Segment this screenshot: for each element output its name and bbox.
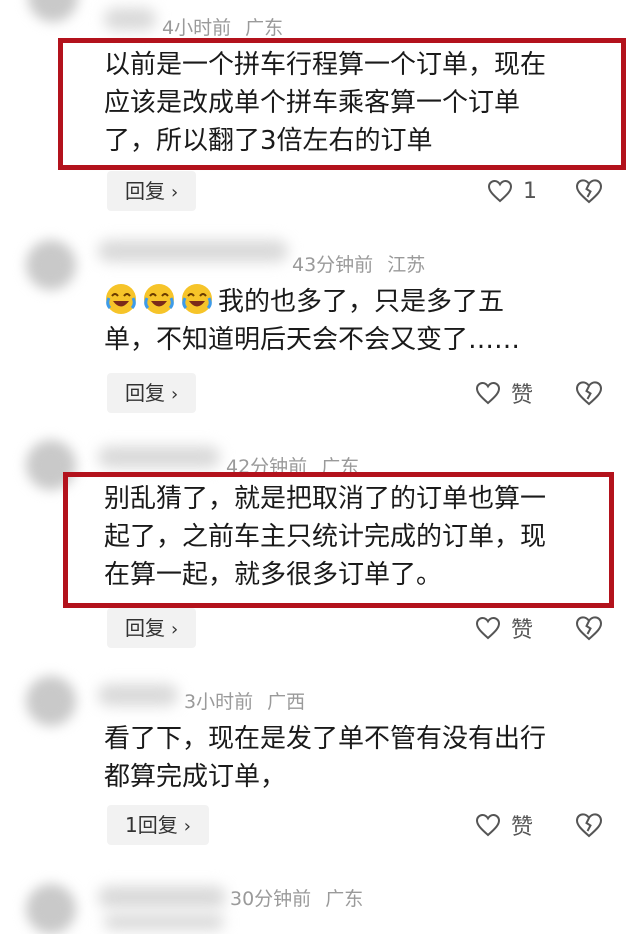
reply-button[interactable]: 回复 › xyxy=(107,608,197,648)
broken-heart-icon[interactable] xyxy=(575,812,603,838)
comment-meta: 4小时前 广东 xyxy=(162,13,283,40)
chevron-right-icon: › xyxy=(171,182,179,203)
heart-outline-icon xyxy=(475,381,501,405)
broken-heart-icon[interactable] xyxy=(575,380,603,406)
like-button[interactable]: 赞 xyxy=(475,373,533,413)
comment-meta: 3小时前 广西 xyxy=(184,687,305,714)
avatar[interactable] xyxy=(28,0,78,22)
comment-line: 起了，之前车主只统计完成的订单，现 xyxy=(104,522,547,552)
like-button[interactable]: 1 xyxy=(487,171,537,211)
chevron-right-icon: › xyxy=(183,816,191,837)
reply-button[interactable]: 回复 › xyxy=(107,171,197,211)
like-label: 赞 xyxy=(511,815,534,840)
username-blurred[interactable] xyxy=(98,240,288,262)
comment-meta: 43分钟前 江苏 xyxy=(292,250,425,277)
comment-region: 江苏 xyxy=(387,254,426,276)
like-label: 赞 xyxy=(511,618,534,643)
comment-region: 广西 xyxy=(267,691,306,713)
heart-outline-icon xyxy=(475,813,501,837)
laughing-crying-emoji-icon xyxy=(106,284,136,314)
reply-label: 1回复 xyxy=(125,813,178,837)
avatar[interactable] xyxy=(26,240,76,290)
comment-text: 我的也多了，只是多了五 单，不知道明后天会不会又变了…… xyxy=(104,282,604,359)
comment-region: 广东 xyxy=(325,888,364,910)
like-label: 赞 xyxy=(511,383,534,408)
heart-outline-icon xyxy=(487,179,513,203)
heart-outline-icon xyxy=(475,616,501,640)
comment-time: 30分钟前 xyxy=(230,888,312,910)
like-button[interactable]: 赞 xyxy=(475,805,533,845)
comment-line: 别乱猜了，就是把取消了的订单也算一 xyxy=(104,484,547,514)
chevron-right-icon: › xyxy=(171,619,179,640)
comment-time: 4小时前 xyxy=(162,17,232,39)
username-blurred[interactable] xyxy=(104,8,156,30)
comment-line: 以前是一个拼车行程算一个订单，现在 xyxy=(104,50,547,80)
comment-line: 应该是改成单个拼车乘客算一个订单 xyxy=(104,88,521,118)
chevron-right-icon: › xyxy=(171,384,179,405)
broken-heart-icon[interactable] xyxy=(575,178,603,204)
comment-text: 以前是一个拼车行程算一个订单，现在 应该是改成单个拼车乘客算一个订单 了，所以翻… xyxy=(104,46,604,160)
avatar[interactable] xyxy=(26,676,76,726)
avatar[interactable] xyxy=(26,884,76,934)
comment-line: 我的也多了，只是多了五 xyxy=(104,282,604,321)
reply-button[interactable]: 1回复 › xyxy=(107,805,209,845)
comment-time: 43分钟前 xyxy=(292,254,374,276)
username-blurred[interactable] xyxy=(98,684,178,706)
comment-line: 单，不知道明后天会不会又变了…… xyxy=(104,325,521,355)
comment-line-text: 我的也多了，只是多了五 xyxy=(218,287,505,317)
laughing-crying-emoji-icon xyxy=(144,284,174,314)
reply-button[interactable]: 回复 › xyxy=(107,373,197,413)
reply-label: 回复 xyxy=(125,381,165,405)
like-count: 1 xyxy=(523,178,537,204)
comment-line: 都算完成订单， xyxy=(104,762,287,792)
comment-region: 广东 xyxy=(245,17,284,39)
username-blurred[interactable] xyxy=(98,446,220,468)
username-blurred[interactable] xyxy=(98,886,226,908)
comment-text-blurred xyxy=(104,914,224,930)
like-button[interactable]: 赞 xyxy=(475,608,533,648)
comment-text: 看了下，现在是发了单不管有没有出行 都算完成订单， xyxy=(104,720,604,796)
comment-text: 别乱猜了，就是把取消了的订单也算一 起了，之前车主只统计完成的订单，现 在算一起… xyxy=(104,480,604,594)
comment-line: 看了下，现在是发了单不管有没有出行 xyxy=(104,724,547,754)
comment-line: 了，所以翻了3倍左右的订单 xyxy=(104,126,433,156)
laughing-crying-emoji-icon xyxy=(182,284,212,314)
reply-label: 回复 xyxy=(125,179,165,203)
comment-meta: 30分钟前 广东 xyxy=(230,884,363,911)
comment-time: 3小时前 xyxy=(184,691,254,713)
reply-label: 回复 xyxy=(125,616,165,640)
broken-heart-icon[interactable] xyxy=(575,615,603,641)
comment-line: 在算一起，就多很多订单了。 xyxy=(104,560,443,590)
